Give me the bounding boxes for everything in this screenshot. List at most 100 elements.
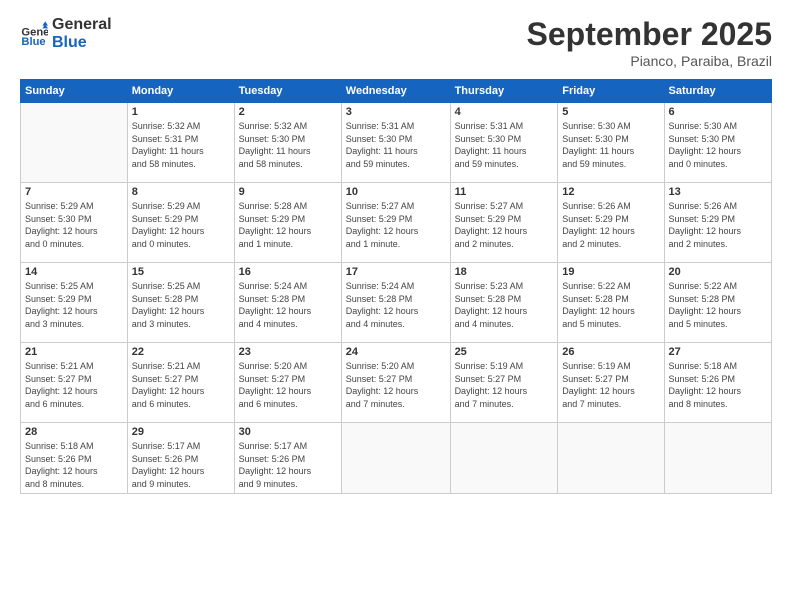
- day-number: 30: [239, 426, 337, 438]
- day-info: Sunrise: 5:22 AMSunset: 5:28 PMDaylight:…: [562, 280, 659, 330]
- day-info: Sunrise: 5:27 AMSunset: 5:29 PMDaylight:…: [346, 200, 446, 250]
- table-row: 16 Sunrise: 5:24 AMSunset: 5:28 PMDayligh…: [234, 263, 341, 343]
- svg-text:Blue: Blue: [21, 36, 45, 48]
- table-row: [21, 103, 128, 183]
- day-info: Sunrise: 5:18 AMSunset: 5:26 PMDaylight:…: [669, 360, 767, 410]
- table-row: 21 Sunrise: 5:21 AMSunset: 5:27 PMDayligh…: [21, 343, 128, 423]
- day-info: Sunrise: 5:24 AMSunset: 5:28 PMDaylight:…: [239, 280, 337, 330]
- day-info: Sunrise: 5:30 AMSunset: 5:30 PMDaylight:…: [562, 120, 659, 170]
- table-row: 7Sunrise: 5:29 AMSunset: 5:30 PMDaylight…: [21, 183, 128, 263]
- calendar-table: Sunday Monday Tuesday Wednesday Thursday…: [20, 79, 772, 494]
- logo-icon: General Blue: [20, 20, 48, 48]
- day-info: Sunrise: 5:17 AMSunset: 5:26 PMDaylight:…: [132, 440, 230, 490]
- table-row: 19 Sunrise: 5:22 AMSunset: 5:28 PMDayligh…: [558, 263, 664, 343]
- day-info: Sunrise: 5:26 AMSunset: 5:29 PMDaylight:…: [669, 200, 767, 250]
- day-info: Sunrise: 5:18 AMSunset: 5:26 PMDaylight:…: [25, 440, 123, 490]
- table-row: [664, 423, 771, 494]
- table-row: 10 Sunrise: 5:27 AMSunset: 5:29 PMDayligh…: [341, 183, 450, 263]
- table-row: [558, 423, 664, 494]
- day-number: 19: [562, 266, 659, 278]
- day-number: 6: [669, 106, 767, 118]
- logo: General Blue General Blue: [20, 16, 112, 51]
- table-row: 11Sunrise: 5:27 AMSunset: 5:29 PMDayligh…: [450, 183, 558, 263]
- table-row: [341, 423, 450, 494]
- table-row: 29 Sunrise: 5:17 AMSunset: 5:26 PMDayligh…: [127, 423, 234, 494]
- table-row: 17Sunrise: 5:24 AMSunset: 5:28 PMDayligh…: [341, 263, 450, 343]
- day-number: 13: [669, 186, 767, 198]
- day-info: Sunrise: 5:25 AMSunset: 5:28 PMDaylight:…: [132, 280, 230, 330]
- col-sunday: Sunday: [21, 80, 128, 103]
- table-row: 3 Sunrise: 5:31 AMSunset: 5:30 PMDaylight…: [341, 103, 450, 183]
- col-friday: Friday: [558, 80, 664, 103]
- col-saturday: Saturday: [664, 80, 771, 103]
- table-row: 18 Sunrise: 5:23 AMSunset: 5:28 PMDayligh…: [450, 263, 558, 343]
- table-row: 30 Sunrise: 5:17 AMSunset: 5:26 PMDayligh…: [234, 423, 341, 494]
- day-info: Sunrise: 5:31 AMSunset: 5:30 PMDaylight:…: [346, 120, 446, 170]
- day-number: 4: [455, 106, 554, 118]
- day-number: 28: [25, 426, 123, 438]
- day-info: Sunrise: 5:22 AMSunset: 5:28 PMDaylight:…: [669, 280, 767, 330]
- day-number: 3: [346, 106, 446, 118]
- location-subtitle: Pianco, Paraiba, Brazil: [527, 53, 772, 69]
- title-block: September 2025 Pianco, Paraiba, Brazil: [527, 16, 772, 69]
- day-number: 21: [25, 346, 123, 358]
- day-info: Sunrise: 5:32 AMSunset: 5:30 PMDaylight:…: [239, 120, 337, 170]
- table-row: 26 Sunrise: 5:19 AMSunset: 5:27 PMDayligh…: [558, 343, 664, 423]
- col-thursday: Thursday: [450, 80, 558, 103]
- table-row: [450, 423, 558, 494]
- day-number: 1: [132, 106, 230, 118]
- day-info: Sunrise: 5:30 AMSunset: 5:30 PMDaylight:…: [669, 120, 767, 170]
- table-row: 4Sunrise: 5:31 AMSunset: 5:30 PMDaylight…: [450, 103, 558, 183]
- day-number: 29: [132, 426, 230, 438]
- day-info: Sunrise: 5:20 AMSunset: 5:27 PMDaylight:…: [239, 360, 337, 410]
- day-number: 15: [132, 266, 230, 278]
- table-row: 1 Sunrise: 5:32 AMSunset: 5:31 PMDaylight…: [127, 103, 234, 183]
- day-number: 16: [239, 266, 337, 278]
- table-row: 20 Sunrise: 5:22 AMSunset: 5:28 PMDayligh…: [664, 263, 771, 343]
- day-number: 24: [346, 346, 446, 358]
- logo-general: General: [52, 16, 112, 34]
- day-number: 20: [669, 266, 767, 278]
- day-number: 17: [346, 266, 446, 278]
- table-row: 13 Sunrise: 5:26 AMSunset: 5:29 PMDayligh…: [664, 183, 771, 263]
- day-number: 27: [669, 346, 767, 358]
- day-info: Sunrise: 5:29 AMSunset: 5:29 PMDaylight:…: [132, 200, 230, 250]
- table-row: 27 Sunrise: 5:18 AMSunset: 5:26 PMDayligh…: [664, 343, 771, 423]
- day-info: Sunrise: 5:23 AMSunset: 5:28 PMDaylight:…: [455, 280, 554, 330]
- table-row: 6 Sunrise: 5:30 AMSunset: 5:30 PMDaylight…: [664, 103, 771, 183]
- day-number: 9: [239, 186, 337, 198]
- day-number: 14: [25, 266, 123, 278]
- day-number: 10: [346, 186, 446, 198]
- day-info: Sunrise: 5:20 AMSunset: 5:27 PMDaylight:…: [346, 360, 446, 410]
- col-tuesday: Tuesday: [234, 80, 341, 103]
- day-info: Sunrise: 5:26 AMSunset: 5:29 PMDaylight:…: [562, 200, 659, 250]
- day-info: Sunrise: 5:32 AMSunset: 5:31 PMDaylight:…: [132, 120, 230, 170]
- month-title: September 2025: [527, 16, 772, 53]
- day-info: Sunrise: 5:17 AMSunset: 5:26 PMDaylight:…: [239, 440, 337, 490]
- table-row: 28 Sunrise: 5:18 AMSunset: 5:26 PMDayligh…: [21, 423, 128, 494]
- col-wednesday: Wednesday: [341, 80, 450, 103]
- day-info: Sunrise: 5:21 AMSunset: 5:27 PMDaylight:…: [25, 360, 123, 410]
- day-number: 23: [239, 346, 337, 358]
- table-row: 12 Sunrise: 5:26 AMSunset: 5:29 PMDayligh…: [558, 183, 664, 263]
- table-row: 9 Sunrise: 5:28 AMSunset: 5:29 PMDaylight…: [234, 183, 341, 263]
- day-number: 26: [562, 346, 659, 358]
- day-info: Sunrise: 5:19 AMSunset: 5:27 PMDaylight:…: [562, 360, 659, 410]
- day-number: 18: [455, 266, 554, 278]
- calendar-header-row: Sunday Monday Tuesday Wednesday Thursday…: [21, 80, 772, 103]
- day-info: Sunrise: 5:21 AMSunset: 5:27 PMDaylight:…: [132, 360, 230, 410]
- day-number: 2: [239, 106, 337, 118]
- page: General Blue General Blue September 2025…: [0, 0, 792, 612]
- col-monday: Monday: [127, 80, 234, 103]
- day-number: 12: [562, 186, 659, 198]
- day-info: Sunrise: 5:28 AMSunset: 5:29 PMDaylight:…: [239, 200, 337, 250]
- table-row: 25Sunrise: 5:19 AMSunset: 5:27 PMDayligh…: [450, 343, 558, 423]
- header: General Blue General Blue September 2025…: [20, 16, 772, 69]
- table-row: 24 Sunrise: 5:20 AMSunset: 5:27 PMDayligh…: [341, 343, 450, 423]
- logo-blue: Blue: [52, 34, 112, 52]
- day-number: 8: [132, 186, 230, 198]
- day-number: 22: [132, 346, 230, 358]
- day-number: 5: [562, 106, 659, 118]
- table-row: 15 Sunrise: 5:25 AMSunset: 5:28 PMDayligh…: [127, 263, 234, 343]
- day-info: Sunrise: 5:25 AMSunset: 5:29 PMDaylight:…: [25, 280, 123, 330]
